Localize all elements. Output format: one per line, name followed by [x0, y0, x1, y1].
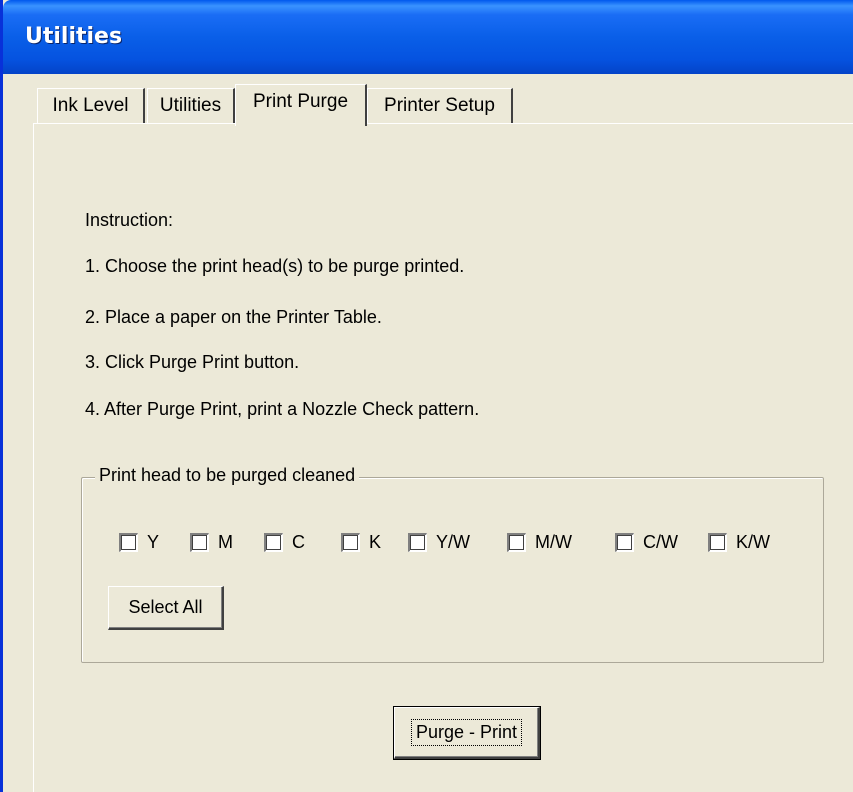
purge-print-button[interactable]: Purge - Print [393, 706, 541, 760]
tab-printer-setup[interactable]: Printer Setup [367, 88, 513, 124]
print-head-group-label: Print head to be purged cleaned [95, 465, 360, 486]
select-all-button[interactable]: Select All [108, 586, 224, 630]
instruction-step-2: 2. Place a paper on the Printer Table. [85, 307, 382, 327]
checkbox-m[interactable]: M [190, 530, 233, 554]
purge-print-label: Purge - Print [410, 719, 523, 746]
checkbox-label: Y/W [436, 531, 470, 552]
checkbox-label: M [218, 531, 233, 552]
checkbox-label: C/W [643, 531, 678, 552]
checkbox-k-w[interactable]: K/W [708, 530, 770, 554]
tab-label: Print Purge [252, 91, 349, 112]
print-head-groupbox [81, 477, 824, 663]
checkbox-m-w[interactable]: M/W [507, 530, 572, 554]
checkbox-y[interactable]: Y [119, 530, 159, 554]
checkbox-label: K [369, 531, 382, 552]
tab-label: Ink Level [52, 95, 129, 116]
checkbox-label: K/W [736, 531, 770, 552]
checkbox-box[interactable] [341, 532, 360, 552]
instruction-step-3: 3. Click Purge Print button. [85, 352, 300, 372]
tab-ink-level[interactable]: Ink Level [37, 88, 145, 124]
instruction-step-1: 1. Choose the print head(s) to be purge … [85, 256, 465, 276]
tab-utilities[interactable]: Utilities [147, 88, 235, 124]
instruction-step-4: 4. After Purge Print, print a Nozzle Che… [85, 399, 480, 419]
checkbox-box[interactable] [708, 532, 727, 552]
select-all-label: Select All [128, 597, 203, 617]
checkbox-c[interactable]: C [264, 530, 305, 554]
checkbox-label: M/W [535, 531, 572, 552]
tab-label: Utilities [159, 95, 222, 116]
checkbox-box[interactable] [119, 532, 138, 552]
checkbox-y-w[interactable]: Y/W [408, 530, 470, 554]
checkbox-box[interactable] [190, 532, 209, 552]
utilities-window: Utilities Ink Level Utilities Print Purg… [0, 0, 853, 792]
checkbox-box[interactable] [507, 532, 526, 552]
title-bar[interactable]: Utilities [3, 0, 853, 74]
checkbox-k[interactable]: K [341, 530, 381, 554]
checkbox-label: Y [147, 531, 160, 552]
window-title: Utilities [25, 24, 123, 49]
checkbox-c-w[interactable]: C/W [615, 530, 678, 554]
tab-label: Printer Setup [384, 95, 495, 116]
tab-print-purge[interactable]: Print Purge [235, 84, 367, 126]
checkbox-box[interactable] [264, 532, 283, 552]
checkbox-box[interactable] [615, 532, 634, 552]
checkbox-label: C [292, 531, 305, 552]
checkbox-box[interactable] [408, 532, 427, 552]
instruction-heading: Instruction: [85, 210, 174, 230]
